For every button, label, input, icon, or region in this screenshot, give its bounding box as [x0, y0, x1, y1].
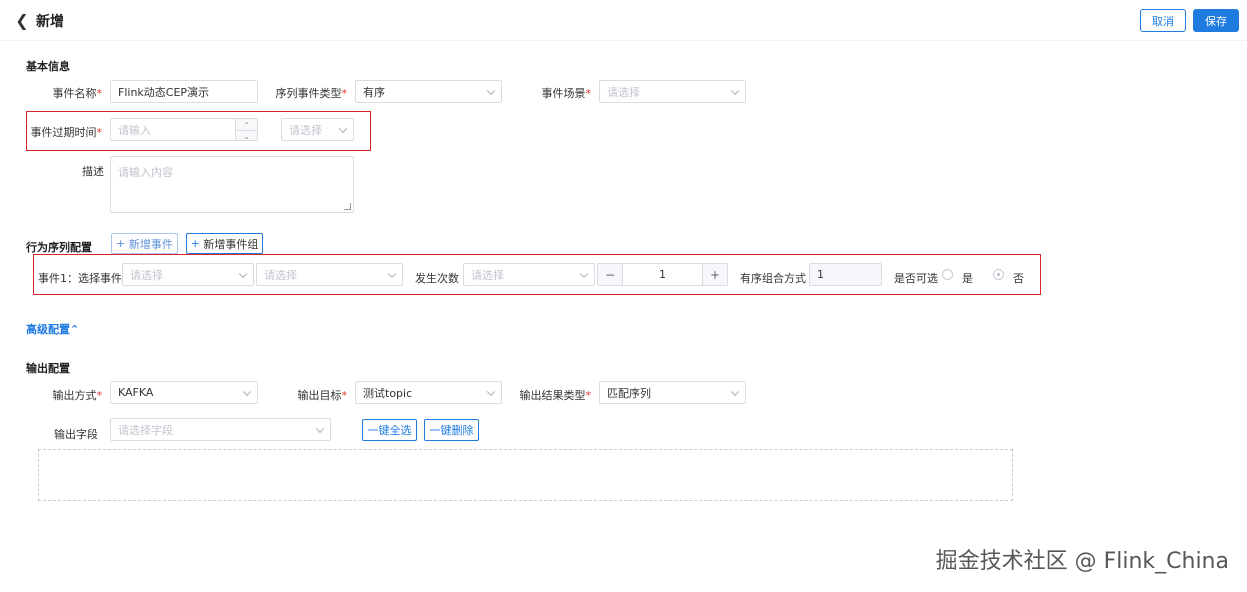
- combo-label: 有序组合方式: [740, 272, 806, 285]
- output-method-label: 输出方式*: [52, 389, 103, 402]
- add-event-group-button[interactable]: + 新增事件组: [186, 233, 263, 254]
- delete-all-button[interactable]: 一键删除: [424, 419, 479, 441]
- plus-icon: +: [190, 237, 204, 250]
- event-name-input[interactable]: Flink动态CEP演示: [110, 80, 258, 103]
- expire-time-label: 事件过期时间*: [30, 126, 103, 139]
- advanced-config-toggle[interactable]: 高级配置⌃: [26, 321, 79, 337]
- chevron-down-icon: [730, 387, 740, 396]
- event-attr-select[interactable]: 请选择: [256, 263, 403, 286]
- seq-type-select[interactable]: 有序: [355, 80, 502, 103]
- cancel-button[interactable]: 取消: [1140, 9, 1186, 32]
- chevron-down-icon: [315, 424, 325, 433]
- desc-label: 描述: [82, 165, 104, 178]
- occur-count-value[interactable]: 1: [622, 264, 703, 285]
- chevron-down-icon: [338, 124, 348, 133]
- header-divider: [0, 40, 1247, 41]
- chevron-down-icon: [486, 86, 496, 95]
- output-result-type-select[interactable]: 匹配序列: [599, 381, 746, 404]
- page-title: 新增: [36, 14, 64, 30]
- expire-unit-select[interactable]: 请选择: [281, 118, 354, 141]
- basic-info-title: 基本信息: [26, 60, 70, 73]
- chevron-down-icon: [579, 269, 589, 278]
- resize-handle-icon[interactable]: [344, 203, 351, 210]
- combo-input[interactable]: 1: [809, 263, 882, 286]
- optional-no-radio[interactable]: [993, 269, 1004, 280]
- output-result-type-label: 输出结果类型*: [519, 389, 592, 402]
- optional-yes-radio[interactable]: [942, 269, 953, 280]
- stepper-down-icon[interactable]: ⌄: [235, 130, 257, 140]
- scene-label: 事件场景*: [541, 87, 592, 100]
- chevron-down-icon: [238, 269, 248, 278]
- chevron-down-icon: [730, 86, 740, 95]
- output-target-label: 输出目标*: [297, 389, 348, 402]
- chevron-down-icon: [242, 387, 252, 396]
- minus-icon[interactable]: −: [598, 264, 622, 285]
- output-fields-select[interactable]: 请选择字段: [110, 418, 331, 441]
- output-fields-label: 输出字段: [54, 428, 98, 441]
- desc-textarea[interactable]: 请输入内容: [110, 156, 354, 213]
- optional-label: 是否可选: [894, 272, 938, 285]
- output-fields-drop-area[interactable]: [38, 449, 1013, 501]
- event-select[interactable]: 请选择: [122, 263, 254, 286]
- output-config-title: 输出配置: [26, 362, 70, 375]
- chevron-up-icon: ⌃: [70, 323, 80, 336]
- event-row-label: 事件1：选择事件: [38, 272, 122, 285]
- output-target-select[interactable]: 测试topic: [355, 381, 502, 404]
- back-arrow-icon[interactable]: ❮: [14, 10, 30, 30]
- expire-time-input[interactable]: 请输入 ⌃ ⌄: [110, 118, 258, 141]
- behavior-config-title: 行为序列配置: [26, 241, 92, 254]
- add-event-button[interactable]: + 新增事件: [111, 233, 178, 254]
- watermark-text: 掘金技术社区 @ Flink_China: [935, 549, 1229, 574]
- optional-yes-label: 是: [962, 272, 973, 285]
- output-method-select[interactable]: KAFKA: [110, 381, 258, 404]
- select-all-button[interactable]: 一键全选: [362, 419, 417, 441]
- chevron-down-icon: [387, 269, 397, 278]
- occur-type-select[interactable]: 请选择: [463, 263, 595, 286]
- plus-icon: +: [116, 237, 129, 250]
- event-name-label: 事件名称*: [52, 87, 103, 100]
- save-button[interactable]: 保存: [1193, 9, 1239, 32]
- occur-count-label: 发生次数: [415, 272, 459, 285]
- occur-count-stepper[interactable]: − 1 +: [597, 263, 728, 286]
- scene-select[interactable]: 请选择: [599, 80, 746, 103]
- plus-icon[interactable]: +: [703, 264, 727, 285]
- seq-type-label: 序列事件类型*: [275, 87, 348, 100]
- optional-no-label: 否: [1013, 272, 1024, 285]
- chevron-down-icon: [486, 387, 496, 396]
